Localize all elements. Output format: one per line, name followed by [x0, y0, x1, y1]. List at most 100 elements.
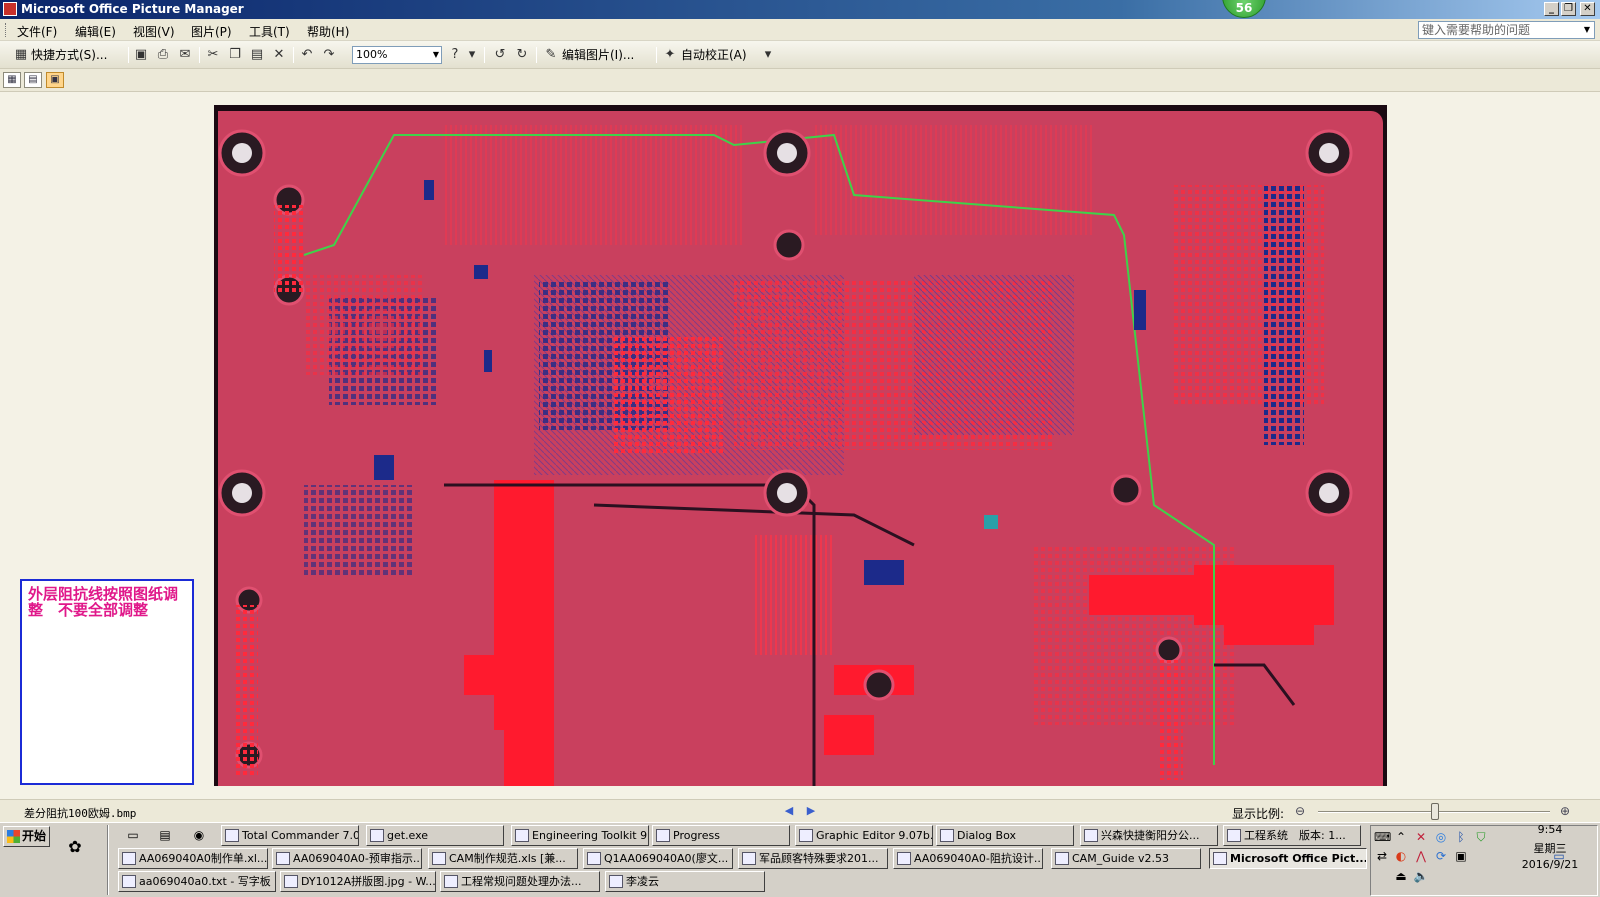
taskbar-button-label: CAM_Guide v2.53	[1072, 852, 1169, 865]
menu-tools[interactable]: 工具(T)	[249, 23, 290, 40]
shield-icon[interactable]: ⛉	[1473, 829, 1489, 845]
toolbar-options-icon[interactable]: ▾	[464, 47, 480, 63]
menu-edit[interactable]: 编辑(E)	[75, 23, 116, 40]
keyboard-icon[interactable]: ⌨	[1374, 829, 1391, 845]
quick-launch-notepad-icon[interactable]: ▤	[157, 827, 173, 843]
copy-icon[interactable]: ❐	[227, 47, 243, 63]
zoom-in-icon[interactable]: ⊕	[1557, 803, 1573, 819]
next-picture-icon[interactable]: ▶	[805, 804, 817, 818]
toolbar-divider	[536, 47, 537, 63]
star-icon	[1084, 829, 1098, 842]
chevron-down-icon[interactable]: ▼	[1581, 23, 1593, 37]
menu-view[interactable]: 视图(V)	[133, 23, 175, 40]
taskbar-button[interactable]: aa069040a0.txt - 写字板	[118, 871, 276, 892]
minimize-button[interactable]: _	[1544, 2, 1559, 16]
taskbar-button[interactable]: CAM制作规范.xls [兼...	[428, 848, 578, 869]
auto-correct-button[interactable]: 自动校正(A)	[681, 46, 747, 64]
taskbar-button-label: 工程常规问题处理办法...	[461, 875, 582, 888]
antivirus-icon[interactable]: ◐	[1393, 848, 1409, 864]
close-app-icon[interactable]: ✕	[1413, 829, 1429, 845]
taskbar-button[interactable]: 工程系统 版本: 1...	[1223, 825, 1361, 846]
zoom-slider-thumb[interactable]	[1431, 803, 1439, 820]
taskbar: 开始 ✿ ▭ ▤ ◉ Total Commander 7.0... get.exe…	[0, 822, 1600, 897]
taskbar-button[interactable]: Total Commander 7.0...	[221, 825, 359, 846]
word-icon	[897, 852, 911, 865]
taskbar-button[interactable]: DY1012A拼版图.jpg - W...	[280, 871, 436, 892]
quick-launch-app-icon[interactable]: ✿	[67, 839, 83, 855]
taskbar-button[interactable]: 军品顾客特殊要求201...	[738, 848, 888, 869]
delete-icon[interactable]: ✕	[271, 47, 287, 63]
taskbar-button[interactable]: CAM_Guide v2.53	[1051, 848, 1201, 869]
toolbar: ▦ 快捷方式(S)... ▣ ⎙ ✉ ✂ ❐ ▤ ✕ ↶ ↷ 100% ▼ ? …	[0, 41, 1600, 69]
thumbnail-view-icon[interactable]: ▦	[3, 72, 21, 88]
taskbar-button[interactable]: Q1AA069040A0(廖文...	[583, 848, 733, 869]
pdf-icon	[444, 875, 458, 888]
app-icon	[799, 829, 813, 842]
language-icon[interactable]: ⇄	[1374, 848, 1390, 864]
toolbar-options-icon[interactable]: ▾	[760, 47, 776, 63]
filmstrip-view-icon[interactable]: ▤	[24, 72, 42, 88]
quick-launch-desktop-icon[interactable]: ▭	[125, 827, 141, 843]
print-icon[interactable]: ⎙	[155, 47, 171, 63]
view-mode-bar: ▦ ▤ ▣	[0, 69, 1600, 92]
email-icon[interactable]: ✉	[177, 47, 193, 63]
window-title: Microsoft Office Picture Manager	[21, 2, 244, 16]
taskbar-button[interactable]: Dialog Box	[936, 825, 1074, 846]
taskbar-button[interactable]: Progress	[652, 825, 790, 846]
taskbar-button[interactable]: AA069040A0-预审指示...	[272, 848, 422, 869]
taskbar-button[interactable]: AA069040A0制作单.xl...	[118, 848, 268, 869]
menu-file[interactable]: 文件(F)	[17, 23, 57, 40]
acrobat-icon[interactable]: ⋀	[1413, 848, 1429, 864]
taskbar-button[interactable]: 工程常规问题处理办法...	[440, 871, 600, 892]
taskbar-button[interactable]: get.exe	[366, 825, 504, 846]
rotate-right-icon[interactable]: ↻	[514, 47, 530, 63]
taskbar-button[interactable]: 兴森快捷衡阳分公...	[1080, 825, 1218, 846]
menu-picture[interactable]: 图片(P)	[191, 23, 232, 40]
shortcuts-button[interactable]: 快捷方式(S)...	[31, 46, 107, 64]
show-hidden-icon[interactable]: ⌃	[1393, 829, 1409, 845]
clock-date[interactable]: 2016/9/21	[1517, 858, 1583, 871]
taskbar-button-label: Dialog Box	[957, 829, 1016, 842]
edit-picture-button[interactable]: 编辑图片(I)...	[562, 46, 634, 64]
previous-picture-icon[interactable]: ◀	[783, 804, 795, 818]
start-button[interactable]: 开始	[3, 826, 50, 847]
rotate-left-icon[interactable]: ↺	[492, 47, 508, 63]
bluetooth-icon[interactable]: ᛒ	[1453, 829, 1469, 845]
zoom-value: 100%	[356, 48, 388, 61]
quick-launch-chrome-icon[interactable]: ◉	[191, 827, 207, 843]
zoom-out-icon[interactable]: ⊖	[1292, 803, 1308, 819]
single-picture-view-icon[interactable]: ▣	[46, 72, 64, 88]
taskbar-button-label: 兴森快捷衡阳分公...	[1101, 829, 1200, 842]
pcb-image	[214, 105, 1387, 786]
display-icon[interactable]: ▣	[1453, 848, 1469, 864]
excel-icon	[276, 852, 290, 865]
network-icon[interactable]: ◎	[1433, 829, 1449, 845]
taskbar-button[interactable]: Graphic Editor 9.07b...	[795, 825, 933, 846]
usb-icon[interactable]: ⏏	[1393, 868, 1409, 884]
volume-icon[interactable]: 🔈	[1413, 868, 1429, 884]
restore-button[interactable]: ❐	[1561, 2, 1576, 16]
undo-icon[interactable]: ↶	[299, 47, 315, 63]
paste-icon[interactable]: ▤	[249, 47, 265, 63]
save-icon[interactable]: ▣	[133, 47, 149, 63]
taskbar-button-label: get.exe	[387, 829, 429, 842]
clock-time[interactable]: 9:54	[1517, 823, 1583, 836]
menu-grip[interactable]	[5, 23, 8, 37]
sync-icon[interactable]: ⟳	[1433, 848, 1449, 864]
pcb-artwork	[218, 125, 1353, 786]
cut-icon[interactable]: ✂	[205, 47, 221, 63]
taskbar-button[interactable]: AA069040A0-阻抗设计...	[893, 848, 1043, 869]
clock-day[interactable]: 星期三	[1517, 840, 1583, 856]
taskbar-button-label: CAM制作规范.xls [兼...	[449, 852, 566, 865]
globe-icon	[370, 829, 384, 842]
taskbar-button[interactable]: Microsoft Office Pict...	[1209, 848, 1367, 869]
taskbar-button[interactable]: 李凌云	[605, 871, 765, 892]
redo-icon[interactable]: ↷	[321, 47, 337, 63]
menu-bar: 文件(F) 编辑(E) 视图(V) 图片(P) 工具(T) 帮助(H) 键入需要…	[0, 19, 1600, 41]
close-button[interactable]: ✕	[1580, 2, 1595, 16]
help-search-input[interactable]: 键入需要帮助的问题 ▼	[1418, 21, 1595, 39]
taskbar-button[interactable]: Engineering Toolkit 9...	[511, 825, 649, 846]
menu-help[interactable]: 帮助(H)	[307, 23, 349, 40]
help-icon[interactable]: ?	[447, 47, 463, 63]
zoom-select[interactable]: 100% ▼	[352, 46, 442, 64]
